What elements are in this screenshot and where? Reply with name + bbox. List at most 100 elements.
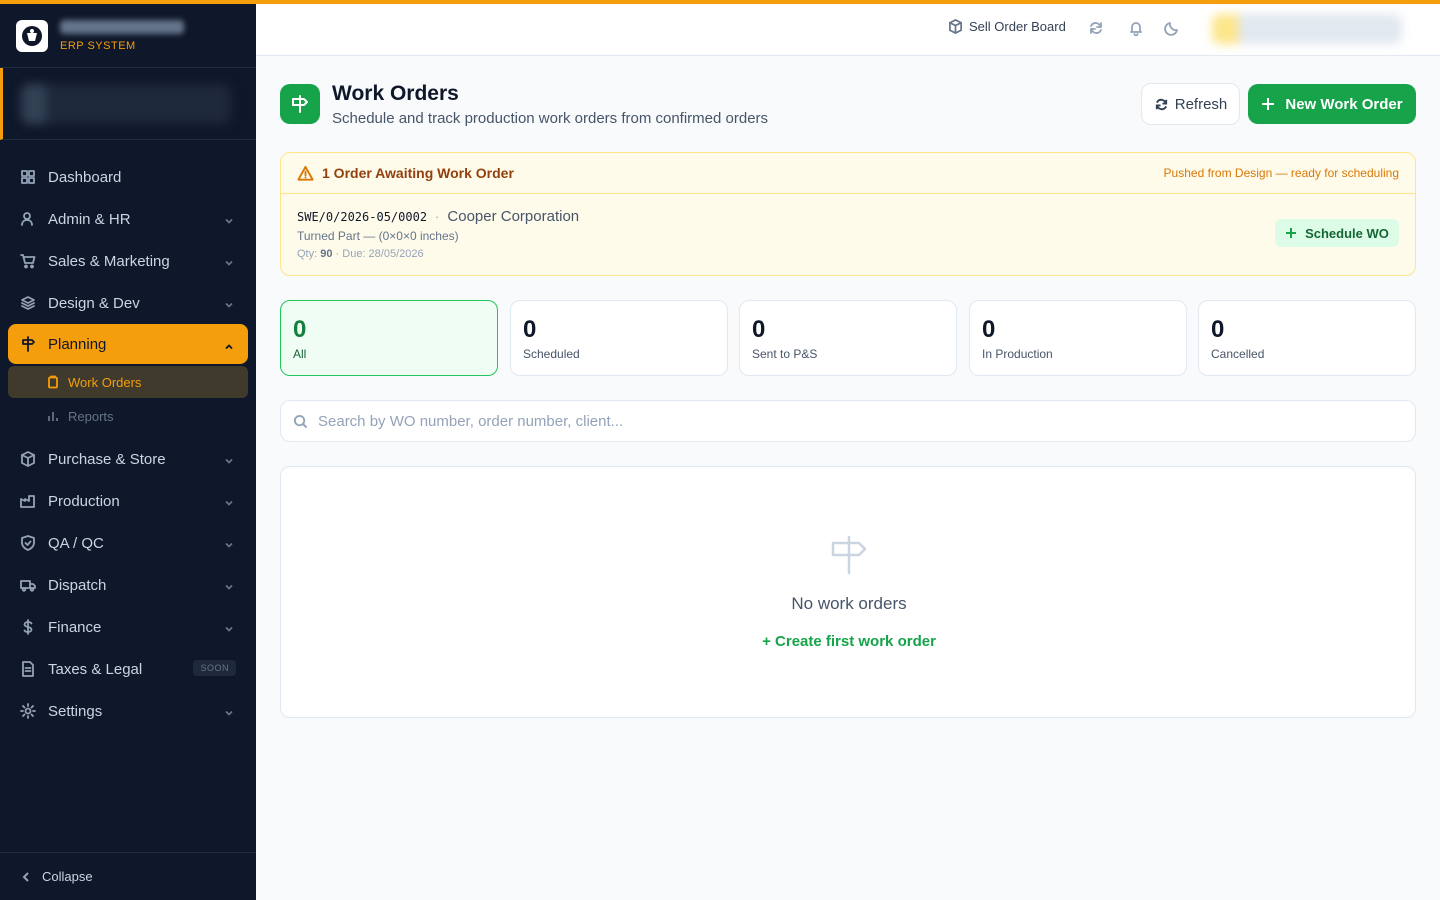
- sidebar-item-planning[interactable]: Planning: [8, 324, 248, 364]
- truck-icon: [20, 577, 36, 593]
- profile-menu-redacted[interactable]: [1212, 14, 1402, 44]
- chevron-down-icon: [224, 297, 234, 308]
- sidebar-item-admin-hr[interactable]: Admin & HR: [0, 198, 256, 240]
- layers-icon: [20, 295, 36, 311]
- stat-label: Sent to P&S: [752, 347, 818, 361]
- stat-card-cancelled[interactable]: 0 Cancelled: [1198, 300, 1416, 376]
- chevron-down-icon: [224, 495, 234, 506]
- sell-order-board-link[interactable]: Sell Order Board: [948, 19, 1066, 34]
- stat-label: All: [293, 347, 307, 361]
- warning-icon: [297, 165, 314, 181]
- search-input[interactable]: [318, 412, 1398, 430]
- cart-icon: [20, 253, 36, 269]
- refresh-button[interactable]: Refresh: [1141, 83, 1240, 125]
- order-due: · Due: 28/05/2026: [335, 248, 424, 260]
- sidebar-item-label: Production: [48, 492, 120, 510]
- status-filter-cards: 0 All 0 Scheduled 0 Sent to P&S 0 In Pro…: [280, 300, 1416, 376]
- stat-card-scheduled[interactable]: 0 Scheduled: [510, 300, 728, 376]
- brand: ERP SYSTEM: [0, 4, 256, 68]
- part-description: Turned Part — (0×0×0 inches): [297, 229, 459, 243]
- sidebar-item-label: QA / QC: [48, 534, 104, 552]
- shield-icon: [20, 535, 36, 551]
- moon-icon[interactable]: [1164, 20, 1180, 36]
- stat-value: 0: [293, 316, 307, 343]
- user-icon: [20, 211, 36, 227]
- page-header: Work Orders Schedule and track productio…: [280, 56, 1416, 152]
- alert-note: Pushed from Design — ready for schedulin…: [1163, 166, 1399, 180]
- chevron-down-icon: [224, 213, 234, 224]
- search-icon: [293, 414, 308, 428]
- sidebar-item-finance[interactable]: Finance: [0, 606, 256, 648]
- order-number: SWE/0/2026-05/0002: [297, 210, 428, 224]
- sell-order-board-label: Sell Order Board: [969, 19, 1066, 34]
- sidebar-item-dispatch[interactable]: Dispatch: [0, 564, 256, 606]
- sidebar-item-taxes-legal[interactable]: Taxes & Legal SOON: [0, 648, 256, 690]
- sidebar-item-sales-marketing[interactable]: Sales & Marketing: [0, 240, 256, 282]
- document-icon: [20, 661, 36, 677]
- factory-icon: [20, 493, 36, 509]
- page-subtitle: Schedule and track production work order…: [332, 110, 769, 127]
- sidebar: ERP SYSTEM Dashboard Admin & HR Sales & …: [0, 4, 256, 900]
- schedule-wo-button[interactable]: Schedule WO: [1275, 219, 1399, 247]
- company-logo[interactable]: [16, 19, 48, 52]
- sidebar-item-production[interactable]: Production: [0, 480, 256, 522]
- sidebar-item-label: Sales & Marketing: [48, 252, 170, 270]
- stat-value: 0: [982, 316, 996, 343]
- chevron-left-icon: [22, 871, 29, 882]
- signpost-icon: [280, 84, 320, 124]
- sidebar-item-qa-qc[interactable]: QA / QC: [0, 522, 256, 564]
- alert-title: 1 Order Awaiting Work Order: [322, 165, 514, 181]
- sidebar-item-label: Dispatch: [48, 576, 107, 594]
- client-name: Cooper Corporation: [447, 208, 580, 225]
- plus-icon: [1262, 98, 1275, 110]
- clipboard-icon: [46, 375, 60, 389]
- top-header: Sell Order Board: [256, 4, 1440, 56]
- search-bar: [280, 400, 1416, 442]
- chevron-down-icon: [224, 579, 234, 590]
- pending-order: SWE/0/2026-05/0002 · Cooper Corporation: [297, 208, 580, 225]
- collapse-label: Collapse: [42, 869, 93, 884]
- sidebar-item-settings[interactable]: Settings: [0, 690, 256, 732]
- stat-card-in-production[interactable]: 0 In Production: [969, 300, 1187, 376]
- sidebar-subitem-label: Work Orders: [68, 374, 142, 390]
- gear-icon: [20, 703, 36, 719]
- sidebar-nav: Dashboard Admin & HR Sales & Marketing D…: [0, 140, 256, 732]
- order-qty: 90: [320, 248, 333, 260]
- sidebar-item-label: Finance: [48, 618, 102, 636]
- sidebar-item-label: Dashboard: [48, 168, 122, 186]
- sidebar-item-design-dev[interactable]: Design & Dev: [0, 282, 256, 324]
- sidebar-item-label: Planning: [48, 335, 107, 353]
- order-meta: Qty: 90 · Due: 28/05/2026: [297, 248, 424, 260]
- box-icon: [949, 19, 962, 34]
- chevron-down-icon: [224, 453, 234, 464]
- stat-card-all[interactable]: 0 All: [280, 300, 498, 376]
- awaiting-orders-alert: 1 Order Awaiting Work Order Pushed from …: [280, 152, 1416, 276]
- stat-value: 0: [752, 316, 766, 343]
- dollar-icon: [20, 619, 36, 635]
- sidebar-subitem-label: Reports: [68, 408, 114, 424]
- main-content: Work Orders Schedule and track productio…: [280, 56, 1416, 718]
- stat-card-sent-to-ps[interactable]: 0 Sent to P&S: [739, 300, 957, 376]
- empty-state-title: No work orders: [791, 594, 907, 613]
- sidebar-item-purchase-store[interactable]: Purchase & Store: [0, 438, 256, 480]
- soon-badge: SOON: [193, 660, 236, 676]
- sidebar-item-dashboard[interactable]: Dashboard: [0, 156, 256, 198]
- sidebar-subitem-reports[interactable]: Reports: [8, 400, 248, 432]
- chevron-up-icon: [224, 339, 234, 350]
- bell-icon[interactable]: [1128, 20, 1144, 37]
- sidebar-subitem-work-orders[interactable]: Work Orders: [8, 366, 248, 398]
- sidebar-item-label: Design & Dev: [48, 294, 140, 312]
- schedule-wo-label: Schedule WO: [1305, 225, 1389, 241]
- collapse-button[interactable]: Collapse: [0, 852, 256, 900]
- signpost-icon: [20, 336, 36, 352]
- top-accent-bar: [0, 0, 1440, 4]
- create-first-work-order-link[interactable]: + Create first work order: [281, 633, 1417, 650]
- sidebar-item-label: Settings: [48, 702, 103, 720]
- plus-icon: [1286, 228, 1297, 238]
- stat-value: 0: [1211, 316, 1225, 343]
- refresh-icon: [1155, 98, 1167, 110]
- page-title: Work Orders: [332, 82, 459, 105]
- refresh-icon[interactable]: [1088, 20, 1104, 36]
- new-work-order-button[interactable]: New Work Order: [1248, 84, 1416, 124]
- user-block-redacted[interactable]: [0, 68, 256, 140]
